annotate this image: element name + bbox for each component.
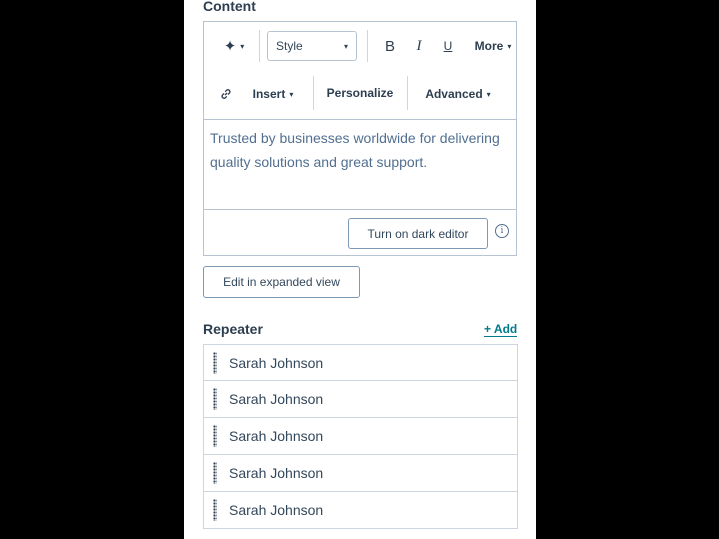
rich-text-editor: ✦ ▾ Style ▾ B I U More ▾ Insert ▾ Person… bbox=[203, 21, 517, 256]
toolbar-row-2: Insert ▾ Personalize Advanced ▾ bbox=[204, 70, 516, 120]
sparkle-icon: ✦ bbox=[223, 38, 237, 55]
personalize-button[interactable]: Personalize bbox=[322, 81, 398, 105]
drag-handle-icon[interactable] bbox=[213, 499, 217, 521]
expanded-view-button[interactable]: Edit in expanded view bbox=[203, 266, 360, 298]
more-menu-button[interactable]: More ▾ bbox=[471, 34, 515, 58]
advanced-menu-button[interactable]: Advanced ▾ bbox=[422, 82, 494, 106]
repeater-item-label: Sarah Johnson bbox=[229, 391, 324, 407]
style-dropdown[interactable]: Style ▾ bbox=[267, 31, 357, 61]
chevron-down-icon: ▾ bbox=[240, 41, 245, 51]
chevron-down-icon: ▾ bbox=[289, 89, 294, 99]
repeater-item-label: Sarah Johnson bbox=[229, 354, 324, 371]
insert-label: Insert bbox=[252, 87, 286, 101]
repeater-item[interactable]: Sarah Johnson bbox=[203, 381, 518, 418]
ai-assist-button[interactable]: ✦ ▾ bbox=[218, 34, 250, 58]
toolbar-divider bbox=[407, 76, 408, 110]
style-dropdown-label: Style bbox=[276, 39, 303, 53]
sidebar-panel: Content ✦ ▾ Style ▾ B I U More ▾ Insert … bbox=[184, 0, 536, 539]
underline-button[interactable]: U bbox=[440, 34, 456, 58]
dark-editor-button[interactable]: Turn on dark editor bbox=[348, 218, 488, 249]
repeater-item-label: Sarah Johnson bbox=[229, 502, 324, 518]
repeater-item[interactable]: Sarah Johnson bbox=[203, 455, 518, 492]
drag-handle-icon[interactable] bbox=[213, 462, 217, 484]
more-label: More bbox=[474, 39, 504, 53]
drag-handle-icon[interactable] bbox=[213, 351, 217, 374]
italic-button[interactable]: I bbox=[411, 34, 427, 58]
toolbar-divider bbox=[259, 30, 260, 62]
repeater-item[interactable]: Sarah Johnson bbox=[203, 492, 518, 529]
chevron-down-icon: ▾ bbox=[507, 41, 512, 51]
repeater-item[interactable]: Sarah Johnson bbox=[203, 418, 518, 455]
insert-menu-button[interactable]: Insert ▾ bbox=[248, 82, 298, 106]
editor-footer: Turn on dark editor i bbox=[204, 209, 516, 256]
toolbar-divider bbox=[367, 30, 368, 62]
advanced-label: Advanced bbox=[425, 87, 483, 101]
repeater-item-label: Sarah Johnson bbox=[229, 465, 324, 481]
chevron-down-icon: ▾ bbox=[343, 41, 348, 51]
toolbar-row-1: ✦ ▾ Style ▾ B I U More ▾ bbox=[204, 22, 516, 70]
info-icon[interactable]: i bbox=[495, 224, 509, 238]
drag-handle-icon[interactable] bbox=[213, 425, 217, 447]
bold-button[interactable]: B bbox=[381, 34, 399, 58]
repeater-item[interactable]: Sarah Johnson bbox=[203, 344, 518, 381]
repeater-item-label: Sarah Johnson bbox=[229, 428, 324, 444]
drag-handle-icon[interactable] bbox=[213, 388, 217, 410]
repeater-section-title: Repeater bbox=[203, 321, 263, 337]
editor-body-text[interactable]: Trusted by businesses worldwide for deli… bbox=[210, 126, 500, 174]
repeater-list: Sarah Johnson Sarah Johnson Sarah Johnso… bbox=[203, 344, 518, 529]
link-icon[interactable] bbox=[217, 82, 235, 106]
add-repeater-item-link[interactable]: + Add bbox=[484, 322, 518, 337]
toolbar-divider bbox=[313, 76, 314, 110]
chevron-down-icon: ▾ bbox=[486, 89, 491, 99]
content-section-title: Content bbox=[203, 0, 256, 14]
